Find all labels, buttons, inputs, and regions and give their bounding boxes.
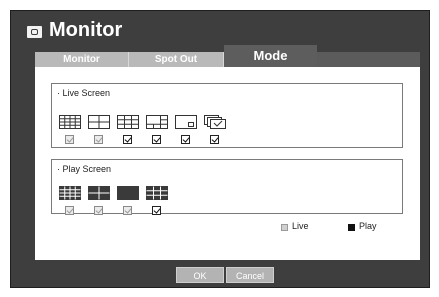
check-icon [153,206,161,214]
live-screen-pip-layout-icon [175,115,197,129]
play-legend-label: Play [359,221,377,231]
tab-bar-filler [317,52,420,67]
live-screen-checkbox-2[interactable] [94,135,103,144]
play-screen-checkbox-1[interactable] [65,206,74,215]
live-screen-grid-3x3-layout-icon [117,115,139,129]
tab-bar: Monitor Spot Out Mode [35,45,420,67]
play-screen-grid-4x4-layout-icon [59,186,81,200]
live-screen-checkbox-3[interactable] [123,135,132,144]
tab-spot-out[interactable]: Spot Out [129,52,224,67]
play-screen-grid-3x3-layout-icon [146,186,168,200]
check-icon [124,206,132,214]
check-icon [95,135,103,143]
live-screen-grid-1-plus-5-layout-icon [146,115,168,129]
live-legend-swatch [281,224,288,231]
check-icon [182,135,190,143]
live-screen-checkbox-5[interactable] [181,135,190,144]
monitor-icon [27,26,42,38]
live-screen-label: · Live Screen [57,88,111,98]
live-screen-checkbox-1[interactable] [65,135,74,144]
check-icon [211,135,219,143]
tab-monitor[interactable]: Monitor [35,52,129,67]
play-screen-single-layout-icon [117,186,139,200]
live-screen-sequence-layout-icon [204,115,226,129]
live-legend-label: Live [292,221,309,231]
live-screen-checkbox-6[interactable] [210,135,219,144]
live-screen-checkbox-4[interactable] [152,135,161,144]
play-legend-swatch [348,224,355,231]
check-icon [66,135,74,143]
live-screen-grid-4x4-layout-icon [59,115,81,129]
check-icon [95,206,103,214]
check-icon [124,135,132,143]
ok-button[interactable]: OK [176,267,224,283]
play-screen-label: · Play Screen [57,164,112,174]
check-icon [66,206,74,214]
mode-panel: · Live Screen · Play Screen Live Play [35,67,420,260]
dialog-title: Monitor [49,19,123,41]
cancel-button[interactable]: Cancel [226,267,274,283]
play-screen-grid-2x2-layout-icon [88,186,110,200]
play-screen-checkbox-3[interactable] [123,206,132,215]
check-icon [153,135,161,143]
monitor-dialog: Monitor Monitor Spot Out Mode · Live Scr… [10,10,430,288]
play-screen-checkbox-2[interactable] [94,206,103,215]
title-bar: Monitor [11,11,429,45]
play-screen-checkbox-4[interactable] [152,206,161,215]
live-screen-grid-2x2-layout-icon [88,115,110,129]
tab-mode[interactable]: Mode [224,45,317,67]
